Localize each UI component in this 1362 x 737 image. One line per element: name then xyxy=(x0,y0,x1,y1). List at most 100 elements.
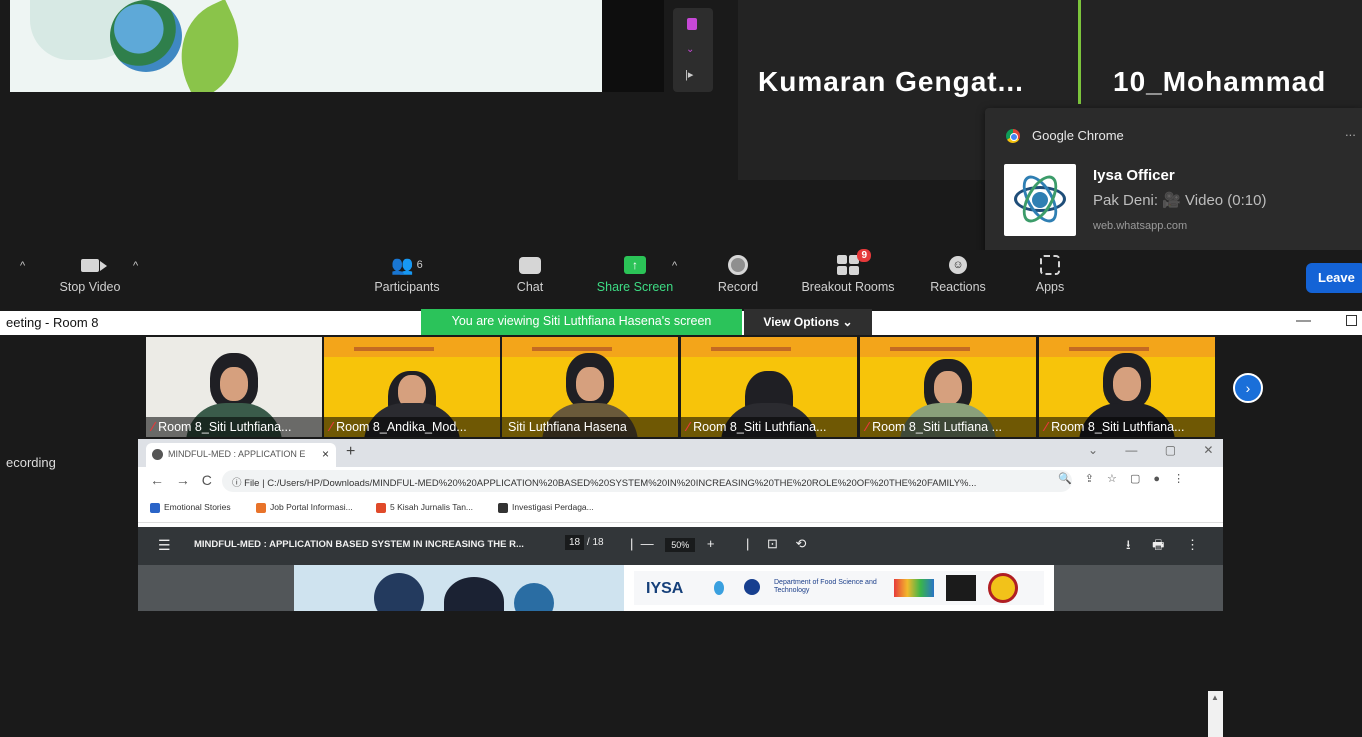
participant-name: Room 8_Siti Lutfiana ... xyxy=(872,420,1003,434)
muted-mic-icon: ⁄ xyxy=(1045,420,1048,434)
record-button[interactable]: Record xyxy=(713,250,763,294)
iysa-logo xyxy=(1004,164,1076,236)
muted-mic-icon: ⁄ xyxy=(330,420,333,434)
record-icon xyxy=(728,255,748,275)
iysa-logo-text: IYSA xyxy=(646,580,684,597)
bookmark-item[interactable]: 5 Kisah Jurnalis Tan... xyxy=(376,502,473,513)
chat-button[interactable]: Chat xyxy=(510,250,550,294)
video-thumbnail[interactable]: ⁄ Room 8_Siti Lutfiana ... xyxy=(860,337,1036,437)
breakout-rooms-button[interactable]: 9 Breakout Rooms xyxy=(792,249,904,294)
muted-mic-icon: ⁄ xyxy=(687,420,690,434)
bookmark-item[interactable]: Investigasi Perdaga... xyxy=(498,502,594,513)
participants-count: 6 xyxy=(416,259,423,271)
zoom-level[interactable]: 50% xyxy=(665,538,696,552)
notification-url: web.whatsapp.com xyxy=(1093,220,1188,232)
window-title: eeting - Room 8 xyxy=(6,315,99,330)
new-tab-icon[interactable]: + xyxy=(346,443,355,461)
participant-name: 10_Mohammad xyxy=(1113,66,1327,97)
video-camera-icon xyxy=(81,258,107,272)
view-options-button[interactable]: View Options ⌄ xyxy=(744,309,872,335)
window-controls[interactable]: ⌄ — ▢ ✕ xyxy=(1088,443,1213,457)
chevron-down-icon[interactable]: ⌄ xyxy=(686,44,694,55)
breakout-rooms-label: Breakout Rooms xyxy=(801,280,895,294)
page-indicator[interactable]: 18 / 18 xyxy=(565,535,604,550)
video-thumbnail[interactable]: ⁄ Room 8_Andika_Mod... xyxy=(324,337,500,437)
more-options-icon[interactable]: ... xyxy=(1345,124,1356,139)
share-screen-label: Share Screen xyxy=(596,280,674,294)
reactions-label: Reactions xyxy=(930,280,986,294)
bookmarks-bar: Emotional Stories Job Portal Informasi..… xyxy=(138,495,1223,523)
share-screen-button[interactable]: ↑ Share Screen xyxy=(590,250,680,294)
drop-logo-icon xyxy=(714,581,724,595)
reactions-button[interactable]: ☺ Reactions xyxy=(924,250,992,294)
scroll-up-icon[interactable]: ▲ xyxy=(1211,693,1219,702)
breakout-rooms-icon: 9 xyxy=(837,249,871,275)
chrome-icon xyxy=(1006,129,1020,143)
apps-button[interactable]: Apps xyxy=(1030,250,1070,294)
address-row: ← → C ⓘ File | C:/Users/HP/Downloads/MIN… xyxy=(138,467,1223,495)
pdf-action-icons[interactable]: ⭳ 🖶 ⋮ xyxy=(1126,536,1199,558)
active-speaker-border xyxy=(1078,0,1081,104)
participant-name: Room 8_Andika_Mod... xyxy=(336,420,467,434)
close-tab-icon[interactable]: × xyxy=(322,447,329,461)
bookmark-item[interactable]: Emotional Stories xyxy=(150,502,231,513)
chevron-up-icon[interactable]: ^ xyxy=(133,260,138,272)
chat-icon xyxy=(519,256,541,274)
recording-label: ecording xyxy=(6,455,56,470)
chevron-up-icon[interactable]: ^ xyxy=(20,260,25,272)
university-logo-icon xyxy=(744,579,760,595)
side-controls[interactable]: ⌄ |▸ xyxy=(673,8,713,92)
menu-icon[interactable]: ☰ xyxy=(158,537,171,554)
browser-tab[interactable]: MINDFUL-MED : APPLICATION E × xyxy=(146,443,336,467)
muted-mic-icon: ⁄ xyxy=(866,420,869,434)
browser-action-icons[interactable]: 🔍 ⇪ ☆ ▢ ● ⋮ xyxy=(1058,472,1184,485)
minimize-icon[interactable]: — xyxy=(1296,312,1311,329)
slide-illustration xyxy=(294,565,624,611)
video-thumbnail[interactable]: Siti Luthfiana Hasena xyxy=(502,337,678,437)
collapse-icon[interactable]: |▸ xyxy=(685,68,693,81)
leave-button[interactable]: Leave xyxy=(1306,263,1362,293)
participants-icon: 👥 xyxy=(391,254,414,275)
colorful-logo-icon xyxy=(894,579,934,597)
bookmark-item[interactable]: Job Portal Informasi... xyxy=(256,502,353,513)
video-gap xyxy=(602,0,664,92)
scrollbar[interactable]: ▲ xyxy=(1208,691,1223,737)
emblem-logo-icon xyxy=(988,573,1018,603)
apps-icon xyxy=(1040,255,1060,275)
stop-video-button[interactable]: Stop Video xyxy=(55,250,125,294)
share-screen-icon: ↑ xyxy=(624,256,646,274)
zoom-controls[interactable]: | — 50% + xyxy=(630,536,714,552)
reactions-icon: ☺ xyxy=(949,256,967,274)
dark-logo-icon xyxy=(946,575,976,601)
participants-label: Participants xyxy=(374,280,440,294)
participant-name: Room 8_Siti Luthfiana... xyxy=(1051,420,1185,434)
shared-browser-window: MINDFUL-MED : APPLICATION E × + ⌄ — ▢ ✕ … xyxy=(138,439,1223,737)
globe-icon xyxy=(152,449,163,460)
meeting-toolbar: ^ Stop Video ^ 👥 6 Participants Chat ↑ Sh… xyxy=(0,249,1362,310)
video-thumbnail[interactable]: ⁄ Room 8_Siti Luthfiana... xyxy=(146,337,322,437)
apps-label: Apps xyxy=(1035,280,1065,294)
participant-name: Kumaran Gengat... xyxy=(758,66,1024,97)
document-icon[interactable] xyxy=(687,18,697,30)
participant-name: Room 8_Siti Luthfiana... xyxy=(693,420,827,434)
maximize-icon[interactable] xyxy=(1346,315,1357,326)
pdf-view-icons[interactable]: | ⊡ ⟲ xyxy=(746,536,806,552)
address-bar[interactable]: ⓘ File | C:/Users/HP/Downloads/MINDFUL-M… xyxy=(222,470,1072,492)
globe-icon xyxy=(1032,192,1048,208)
pdf-viewport: IYSA Department of Food Science and Tech… xyxy=(138,565,1223,737)
chrome-notification[interactable]: Google Chrome ... Iysa Officer Pak Deni:… xyxy=(985,108,1362,258)
participants-button[interactable]: 👥 6 Participants xyxy=(364,250,450,295)
chevron-up-icon[interactable]: ^ xyxy=(672,260,677,272)
video-thumbnail[interactable]: ⁄ Room 8_Siti Luthfiana... xyxy=(681,337,857,437)
tab-title: MINDFUL-MED : APPLICATION E xyxy=(168,449,306,459)
notification-title: Iysa Officer xyxy=(1093,167,1175,184)
pdf-title: MINDFUL-MED : APPLICATION BASED SYSTEM I… xyxy=(194,539,524,550)
viewing-screen-banner: You are viewing Siti Luthfiana Hasena's … xyxy=(421,309,742,335)
video-thumbnail[interactable]: ⁄ Room 8_Siti Luthfiana... xyxy=(1039,337,1215,437)
notification-message: Pak Deni: 🎥 Video (0:10) xyxy=(1093,192,1267,209)
chat-label: Chat xyxy=(516,280,544,294)
breakout-badge: 9 xyxy=(857,249,871,262)
navigation-icons[interactable]: ← → C xyxy=(150,472,212,488)
next-page-icon[interactable]: › xyxy=(1233,373,1263,403)
stop-video-label: Stop Video xyxy=(59,280,121,294)
